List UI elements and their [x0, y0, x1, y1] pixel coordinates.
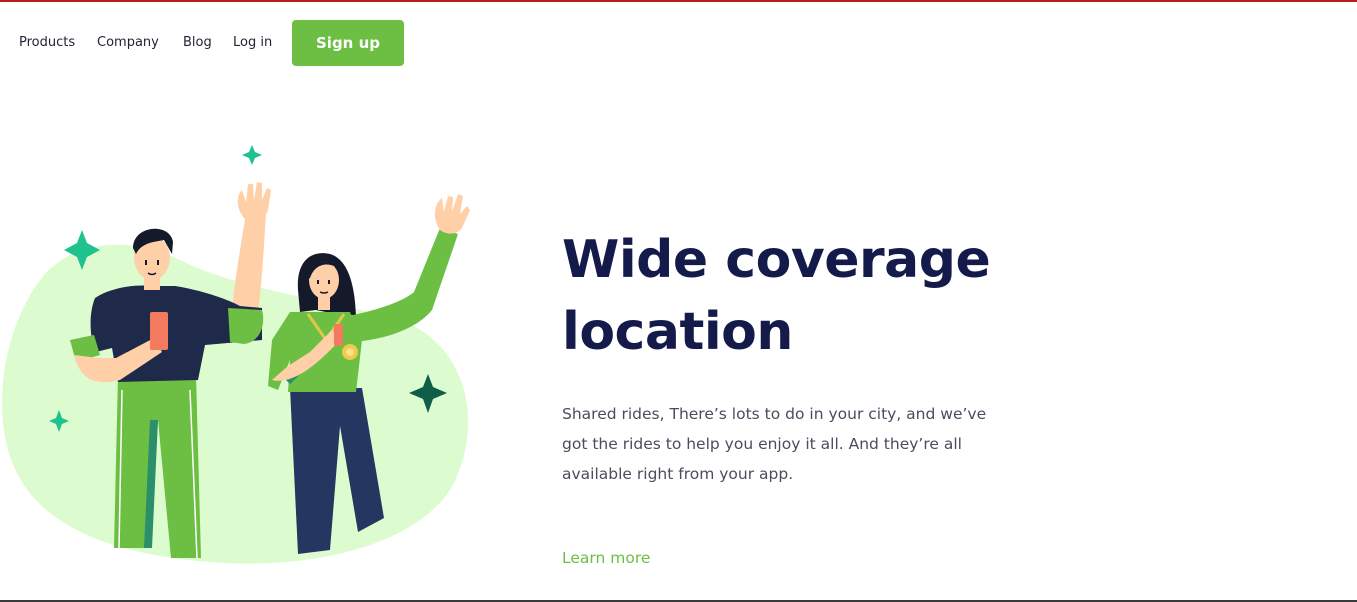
- learn-more-link[interactable]: Learn more: [562, 546, 650, 570]
- phone-icon: [334, 324, 343, 346]
- nav-link-login[interactable]: Log in: [233, 20, 272, 66]
- sparkle-icon: [242, 145, 262, 165]
- top-border: [0, 0, 1357, 2]
- hero-title: Wide coverage location: [562, 224, 1122, 368]
- signup-button[interactable]: Sign up: [292, 20, 404, 66]
- nav-link-blog[interactable]: Blog: [183, 20, 212, 66]
- nav-link-products[interactable]: Products: [19, 20, 75, 66]
- hero-illustration: [2, 145, 470, 564]
- hero-title-line1: Wide coverage: [562, 230, 991, 290]
- nav-link-company[interactable]: Company: [97, 20, 159, 66]
- hero-title-line2: location: [562, 302, 793, 362]
- phone-icon: [150, 312, 168, 350]
- top-navigation: Products Company Blog Log in Sign up: [0, 20, 1357, 66]
- hero-description: Shared rides, There’s lots to do in your…: [562, 405, 987, 483]
